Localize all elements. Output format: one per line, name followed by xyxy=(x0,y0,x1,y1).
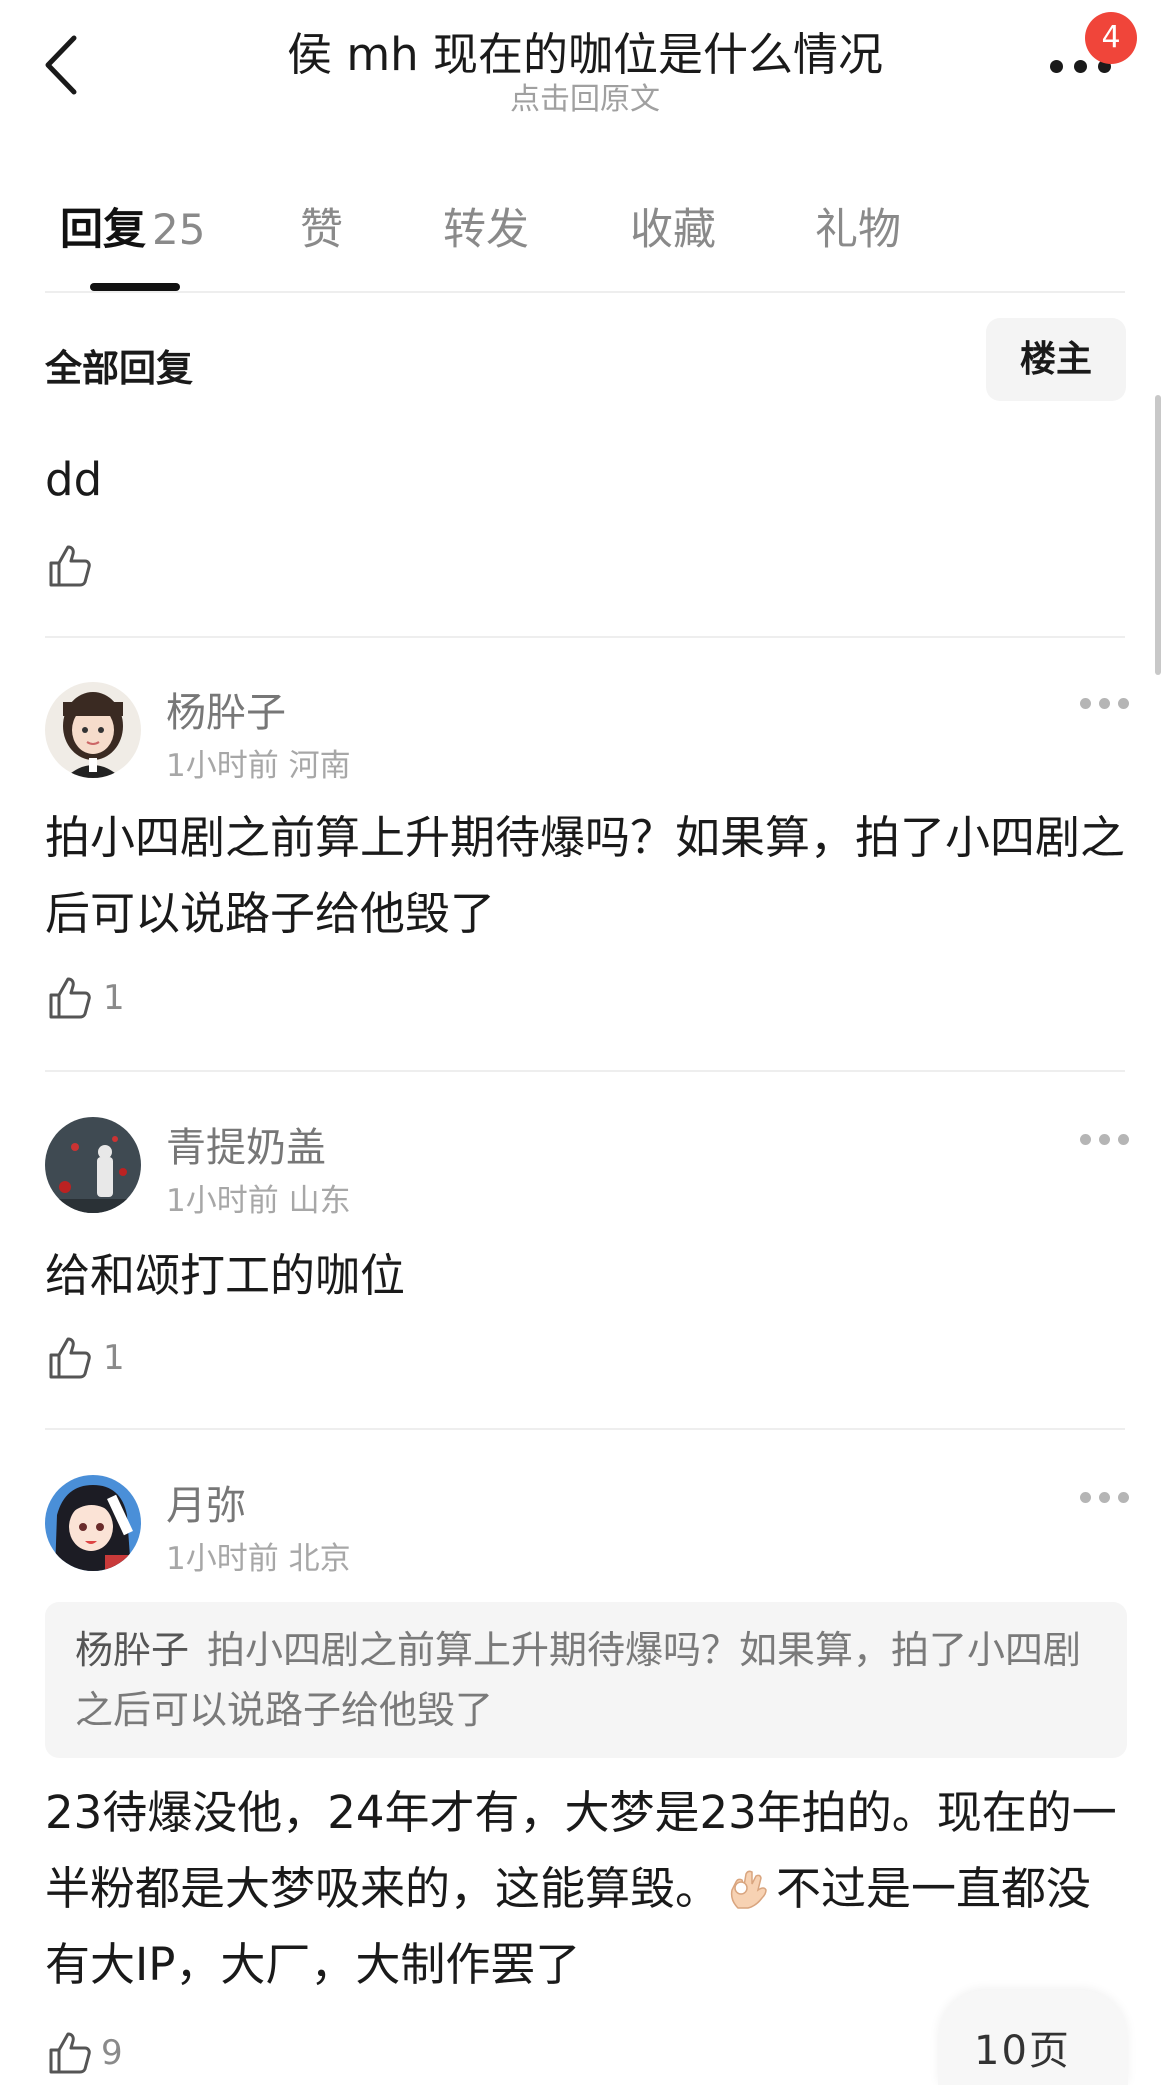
notification-badge: 4 xyxy=(1085,12,1137,64)
quoted-reply[interactable]: 杨肸子 拍小四剧之前算上升期待爆吗？如果算，拍了小四剧之后可以说路子给他毁了 xyxy=(45,1602,1127,1758)
page-jump-button[interactable]: 10页 xyxy=(938,1990,1128,2085)
username[interactable]: 月弥 xyxy=(166,1473,246,1531)
avatar[interactable] xyxy=(45,1117,141,1213)
username[interactable]: 青提奶盖 xyxy=(166,1115,326,1173)
comment-divider xyxy=(45,636,1125,638)
like-icon[interactable] xyxy=(47,1335,93,1381)
tab-likes[interactable]: 赞 xyxy=(300,195,343,257)
quoted-reply-content: 杨肸子 拍小四剧之前算上升期待爆吗？如果算，拍了小四剧之后可以说路子给他毁了 xyxy=(75,1620,1105,1740)
comment-meta: 1小时前 山东 xyxy=(166,1183,351,1219)
scrollbar[interactable] xyxy=(1155,395,1161,675)
top-bar: 侯 mh 现在的咖位是什么情况 点击回原文 4 xyxy=(0,0,1170,120)
tabs-divider xyxy=(45,291,1125,293)
active-tab-indicator xyxy=(90,283,180,291)
tab-reposts[interactable]: 转发 xyxy=(443,195,529,257)
comment-divider xyxy=(45,1070,1125,1072)
avatar[interactable] xyxy=(45,1475,141,1571)
like-icon[interactable] xyxy=(47,543,93,589)
tab-favorites[interactable]: 收藏 xyxy=(630,195,716,257)
tab-replies-count: 25 xyxy=(152,205,206,254)
quoted-author: 杨肸子 xyxy=(75,1628,190,1672)
like-count: 1 xyxy=(103,1338,125,1378)
comment-meta: 1小时前 河南 xyxy=(166,748,351,784)
comment-divider xyxy=(45,1428,1125,1430)
like-icon[interactable] xyxy=(47,975,93,1021)
tab-replies-label: 回复 xyxy=(60,205,146,255)
owner-only-button[interactable]: 楼主 xyxy=(986,318,1126,401)
username[interactable]: 杨肸子 xyxy=(166,680,286,738)
page-jump-label: 10页 xyxy=(974,2028,1071,2074)
comment-text: dd xyxy=(45,453,103,506)
like-count: 9 xyxy=(101,2033,123,2073)
tab-bar: 回复 25 赞 转发 收藏 礼物 xyxy=(45,195,1125,255)
all-replies-heading: 全部回复 xyxy=(45,347,193,390)
comment-text: 23待爆没他，24年才有，大梦是23年拍的。现在的一半粉都是大梦吸来的，这能算毁… xyxy=(45,1775,1135,2003)
ok-hand-emoji-icon xyxy=(724,1859,772,1909)
comment-more-icon[interactable] xyxy=(1080,1130,1130,1150)
comment-more-icon[interactable] xyxy=(1080,694,1130,714)
comment-text: 给和颂打工的咖位 xyxy=(45,1249,406,1302)
like-icon[interactable] xyxy=(47,2030,93,2076)
comment-more-icon[interactable] xyxy=(1080,1488,1130,1508)
tab-gifts[interactable]: 礼物 xyxy=(815,195,901,257)
tab-replies[interactable]: 回复 25 xyxy=(60,195,205,257)
avatar[interactable] xyxy=(45,682,141,778)
like-count: 1 xyxy=(103,978,125,1018)
back-to-original-link[interactable]: 点击回原文 xyxy=(0,74,1170,118)
quoted-text: 拍小四剧之前算上升期待爆吗？如果算，拍了小四剧之后可以说路子给他毁了 xyxy=(75,1628,1082,1732)
comment-text: 拍小四剧之前算上升期待爆吗？如果算，拍了小四剧之后可以说路子给他毁了 xyxy=(45,811,1126,940)
comment-meta: 1小时前 北京 xyxy=(166,1541,351,1577)
